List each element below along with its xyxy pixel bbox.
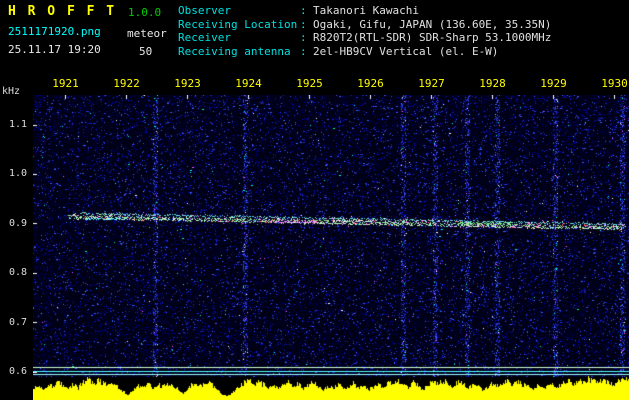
y-tick-label: 0.7 xyxy=(8,316,27,328)
y-tick-label: 0.9 xyxy=(8,217,27,229)
info-value: R820T2(RTL-SDR) SDR-Sharp 53.1000MHz xyxy=(313,31,552,44)
station-info: Observer: Takanori Kawachi Receiving Loca… xyxy=(178,4,551,58)
info-colon: : xyxy=(300,17,307,31)
x-tick-label: 1924 xyxy=(235,77,262,90)
gain-value: 50 xyxy=(139,45,153,58)
x-tick-label: 1929 xyxy=(540,77,567,90)
y-tick-label: 0.6 xyxy=(8,366,27,377)
info-label: Observer xyxy=(178,4,231,17)
info-colon: : xyxy=(300,31,307,44)
x-tick-label: 1926 xyxy=(357,77,384,90)
info-label: Receiving antenna xyxy=(178,44,291,58)
info-value: Ogaki, Gifu, JAPAN (136.60E, 35.35N) xyxy=(313,17,552,31)
x-tick-label: 1927 xyxy=(418,77,445,90)
x-tick-label: 1928 xyxy=(479,77,506,90)
x-tick-label: 1930 xyxy=(601,77,628,90)
x-tick-label: 1922 xyxy=(113,77,140,90)
y-tick-label: 1.0 xyxy=(8,168,27,180)
app-version: 1.0.0 xyxy=(128,6,162,19)
info-colon: : xyxy=(300,44,307,58)
info-colon: : xyxy=(300,4,307,17)
spectrogram-canvas xyxy=(33,95,629,400)
info-row-receiver: Receiver: R820T2(RTL-SDR) SDR-Sharp 53.10… xyxy=(178,31,551,45)
info-label: Receiver xyxy=(178,31,231,44)
info-value: Takanori Kawachi xyxy=(313,4,419,17)
x-tick-label: 1925 xyxy=(296,77,323,90)
info-row-antenna: Receiving antenna:2el-HB9CV Vertical (el… xyxy=(178,45,551,59)
x-tick-label: 1923 xyxy=(174,77,201,90)
x-axis-labels: 1921 1922 1923 1924 1925 1926 1927 1928 1929 1930 xyxy=(33,77,629,90)
x-tick-label: 1921 xyxy=(52,77,79,90)
mode-label: meteor xyxy=(127,27,167,40)
info-value: 2el-HB9CV Vertical (el. E-W) xyxy=(313,44,499,58)
hrofft-screen: H R O F F T 1.0.0 2511171920.png meteor … xyxy=(0,0,629,400)
y-tick-label: 1.1 xyxy=(8,119,27,130)
info-row-location: Receiving Location: Ogaki, Gifu, JAPAN (1… xyxy=(178,18,551,32)
info-label: Receiving Location xyxy=(178,17,298,31)
y-tick-label: 0.8 xyxy=(8,267,27,279)
info-row-observer: Observer: Takanori Kawachi xyxy=(178,4,551,18)
y-axis-labels: 1.1 1.0 0.9 0.8 0.7 0.6 xyxy=(0,0,30,400)
